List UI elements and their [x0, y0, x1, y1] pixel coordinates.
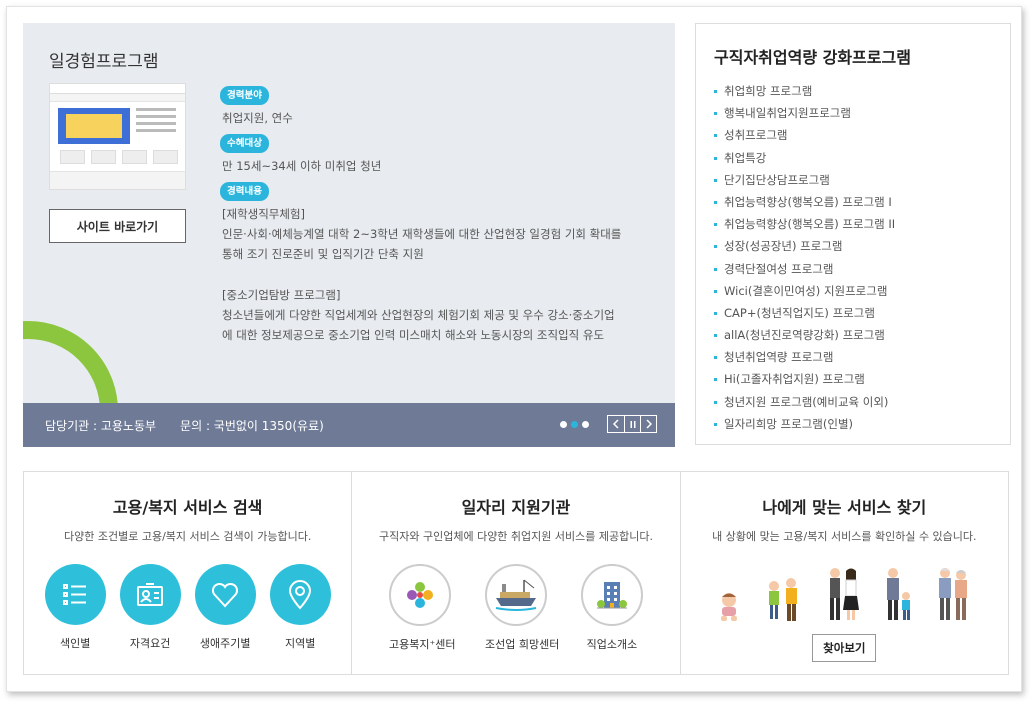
- ring-label: 직업소개소: [586, 638, 638, 651]
- content-line: 인문·사회·예체능계열 대학 2~3학년 재학생들에 대한 산업현장 일경험 기…: [222, 227, 622, 241]
- content-block-2: [중소기업탐방 프로그램] 청소년들에게 다양한 직업세계와 산업현장의 체험기…: [222, 285, 650, 345]
- ring-label: 조선업 희망센터: [484, 638, 560, 651]
- ship-icon: [484, 564, 547, 626]
- service-agency-title: 일자리 지원기관: [461, 498, 571, 517]
- program-list-item[interactable]: 취업희망 프로그램: [714, 80, 1010, 102]
- parent-child-icon: [887, 568, 911, 620]
- program-list: 취업희망 프로그램 행복내일취업지원프로그램 성취프로그램 취업특강 단기집단상…: [714, 80, 1010, 435]
- service-search: 고용/복지 서비스 검색 다양한 조건별로 고용/복지 서비스 검색이 가능합니…: [24, 472, 351, 674]
- program-list-item[interactable]: Wici(결혼이민여성) 지원프로그램: [714, 280, 1010, 302]
- id-card-icon: [119, 564, 181, 625]
- search-by-qualification-button[interactable]: 자격요건: [119, 564, 181, 651]
- list-icon: [44, 564, 106, 625]
- program-list-item[interactable]: 성취프로그램: [714, 124, 1010, 146]
- pause-icon[interactable]: [624, 416, 640, 432]
- job-agency-button[interactable]: 직업소개소: [580, 564, 643, 652]
- employment-welfare-center-button[interactable]: 고용복지⁺센터: [388, 564, 456, 652]
- life-stage-illustration: [681, 562, 1008, 624]
- program-list-item[interactable]: 경력단절여성 프로그램: [714, 258, 1010, 280]
- program-list-item[interactable]: CAP+(청년직업지도) 프로그램: [714, 302, 1010, 324]
- baby-icon: [721, 593, 738, 621]
- program-title: 일경험프로그램: [49, 52, 159, 72]
- young-couple-icon: [830, 568, 860, 620]
- search-by-index-button[interactable]: 색인별: [44, 564, 106, 651]
- program-list-item[interactable]: 청년취업역량 프로그램: [714, 346, 1010, 368]
- slide-dot-active[interactable]: [571, 421, 578, 428]
- service-match-desc: 내 상황에 맞는 고용/복지 서비스를 확인하실 수 있습니다.: [712, 530, 977, 543]
- field-value: 취업지원, 연수: [222, 111, 293, 125]
- content-line: [재학생직무체험]: [222, 207, 306, 221]
- circle-label: 자격요건: [129, 637, 171, 650]
- service-agency-desc: 구직자와 구인업체에 다양한 취업지원 서비스를 제공합니다.: [379, 530, 653, 543]
- program-list-item[interactable]: 취업능력향상(행복오름) 프로그램 I: [714, 191, 1010, 213]
- find-service-button[interactable]: 찾아보기: [812, 634, 877, 662]
- circle-label: 생애주기별: [199, 637, 251, 650]
- employment-welfare-logo-icon: [388, 564, 451, 626]
- slide-dot[interactable]: [582, 421, 589, 428]
- side-title: 구직자취업역량 강화프로그램: [714, 48, 911, 67]
- program-list-item[interactable]: 청년지원 프로그램(예비교육 이외): [714, 391, 1010, 413]
- service-agency: 일자리 지원기관 구직자와 구인업체에 다양한 취업지원 서비스를 제공합니다.…: [351, 472, 679, 674]
- program-list-item[interactable]: 행복내일취업지원프로그램: [714, 102, 1010, 124]
- search-by-region-button[interactable]: 지역별: [269, 564, 331, 651]
- elderly-couple-icon: [939, 568, 968, 620]
- location-pin-icon: [269, 564, 331, 625]
- program-list-panel: 구직자취업역량 강화프로그램 취업희망 프로그램 행복내일취업지원프로그램 성취…: [695, 23, 1011, 445]
- ring-label: 고용복지⁺센터: [388, 638, 456, 651]
- circle-label: 색인별: [59, 637, 91, 650]
- program-list-item[interactable]: 일자리희망 프로그램(인별): [714, 413, 1010, 435]
- circle-label: 지역별: [284, 637, 316, 650]
- main-frame: 일경험프로그램 사이트 바로가기 경력분야 취업지원, 연수 수혜대상 만 15…: [6, 6, 1022, 692]
- slide-controls: [607, 415, 657, 433]
- search-by-lifecycle-button[interactable]: 생애주기별: [194, 564, 256, 651]
- site-link-button[interactable]: 사이트 바로가기: [49, 209, 186, 243]
- content-line: 청소년들에게 다양한 직업세계와 산업현장의 체험기회 제공 및 우수 강소·중…: [222, 308, 615, 322]
- building-icon: [580, 564, 643, 626]
- heart-icon: [194, 564, 256, 625]
- content-line: 통해 조기 진로준비 및 입직기간 단축 지원: [222, 247, 424, 261]
- program-info: 경력분야 취업지원, 연수 수혜대상 만 15세~34세 이하 미취업 청년 경…: [220, 83, 650, 345]
- shipbuilding-hope-center-button[interactable]: 조선업 희망센터: [484, 564, 560, 652]
- program-list-item[interactable]: 단기집단상담프로그램: [714, 169, 1010, 191]
- prev-arrow-icon[interactable]: [608, 416, 624, 432]
- field-badge: 경력분야: [220, 86, 269, 105]
- service-match: 나에게 맞는 서비스 찾기 내 상황에 맞는 고용/복지 서비스를 확인하실 수…: [679, 472, 1008, 674]
- target-value: 만 15세~34세 이하 미취업 청년: [222, 159, 382, 173]
- content-block-1: [재학생직무체험] 인문·사회·예체능계열 대학 2~3학년 재학생들에 대한 …: [222, 204, 650, 264]
- children-icon: [769, 578, 798, 621]
- slide-dot[interactable]: [560, 421, 567, 428]
- program-list-item[interactable]: 성장(성공장년) 프로그램: [714, 235, 1010, 257]
- content-badge: 경력내용: [220, 182, 269, 201]
- service-search-title: 고용/복지 서비스 검색: [112, 498, 263, 517]
- program-list-item[interactable]: Hi(고졸자취업지원) 프로그램: [714, 368, 1010, 390]
- target-badge: 수혜대상: [220, 134, 269, 153]
- services-section: 고용/복지 서비스 검색 다양한 조건별로 고용/복지 서비스 검색이 가능합니…: [23, 471, 1009, 675]
- next-arrow-icon[interactable]: [640, 416, 656, 432]
- footer-agency: 담당기관 : 고용노동부: [45, 418, 157, 433]
- slide-indicator: [560, 421, 589, 428]
- program-thumbnail[interactable]: [49, 83, 186, 190]
- service-match-title: 나에게 맞는 서비스 찾기: [762, 498, 927, 517]
- program-footer: 담당기관 : 고용노동부 문의 : 국번없이 1350(유료): [23, 403, 675, 447]
- content-line: 에 대한 정보제공으로 중소기업 인력 미스매치 해소와 노동시장의 조직입직 …: [222, 328, 605, 342]
- program-list-item[interactable]: 취업능력향상(행복오름) 프로그램 II: [714, 213, 1010, 235]
- footer-contact: 문의 : 국번없이 1350(유료): [180, 418, 324, 433]
- program-slide: 일경험프로그램 사이트 바로가기 경력분야 취업지원, 연수 수혜대상 만 15…: [23, 23, 675, 447]
- program-list-item[interactable]: 취업특강: [714, 147, 1010, 169]
- service-search-desc: 다양한 조건별로 고용/복지 서비스 검색이 가능합니다.: [64, 530, 312, 543]
- program-list-item[interactable]: allA(청년진로역량강화) 프로그램: [714, 324, 1010, 346]
- content-line: [중소기업탐방 프로그램]: [222, 288, 341, 302]
